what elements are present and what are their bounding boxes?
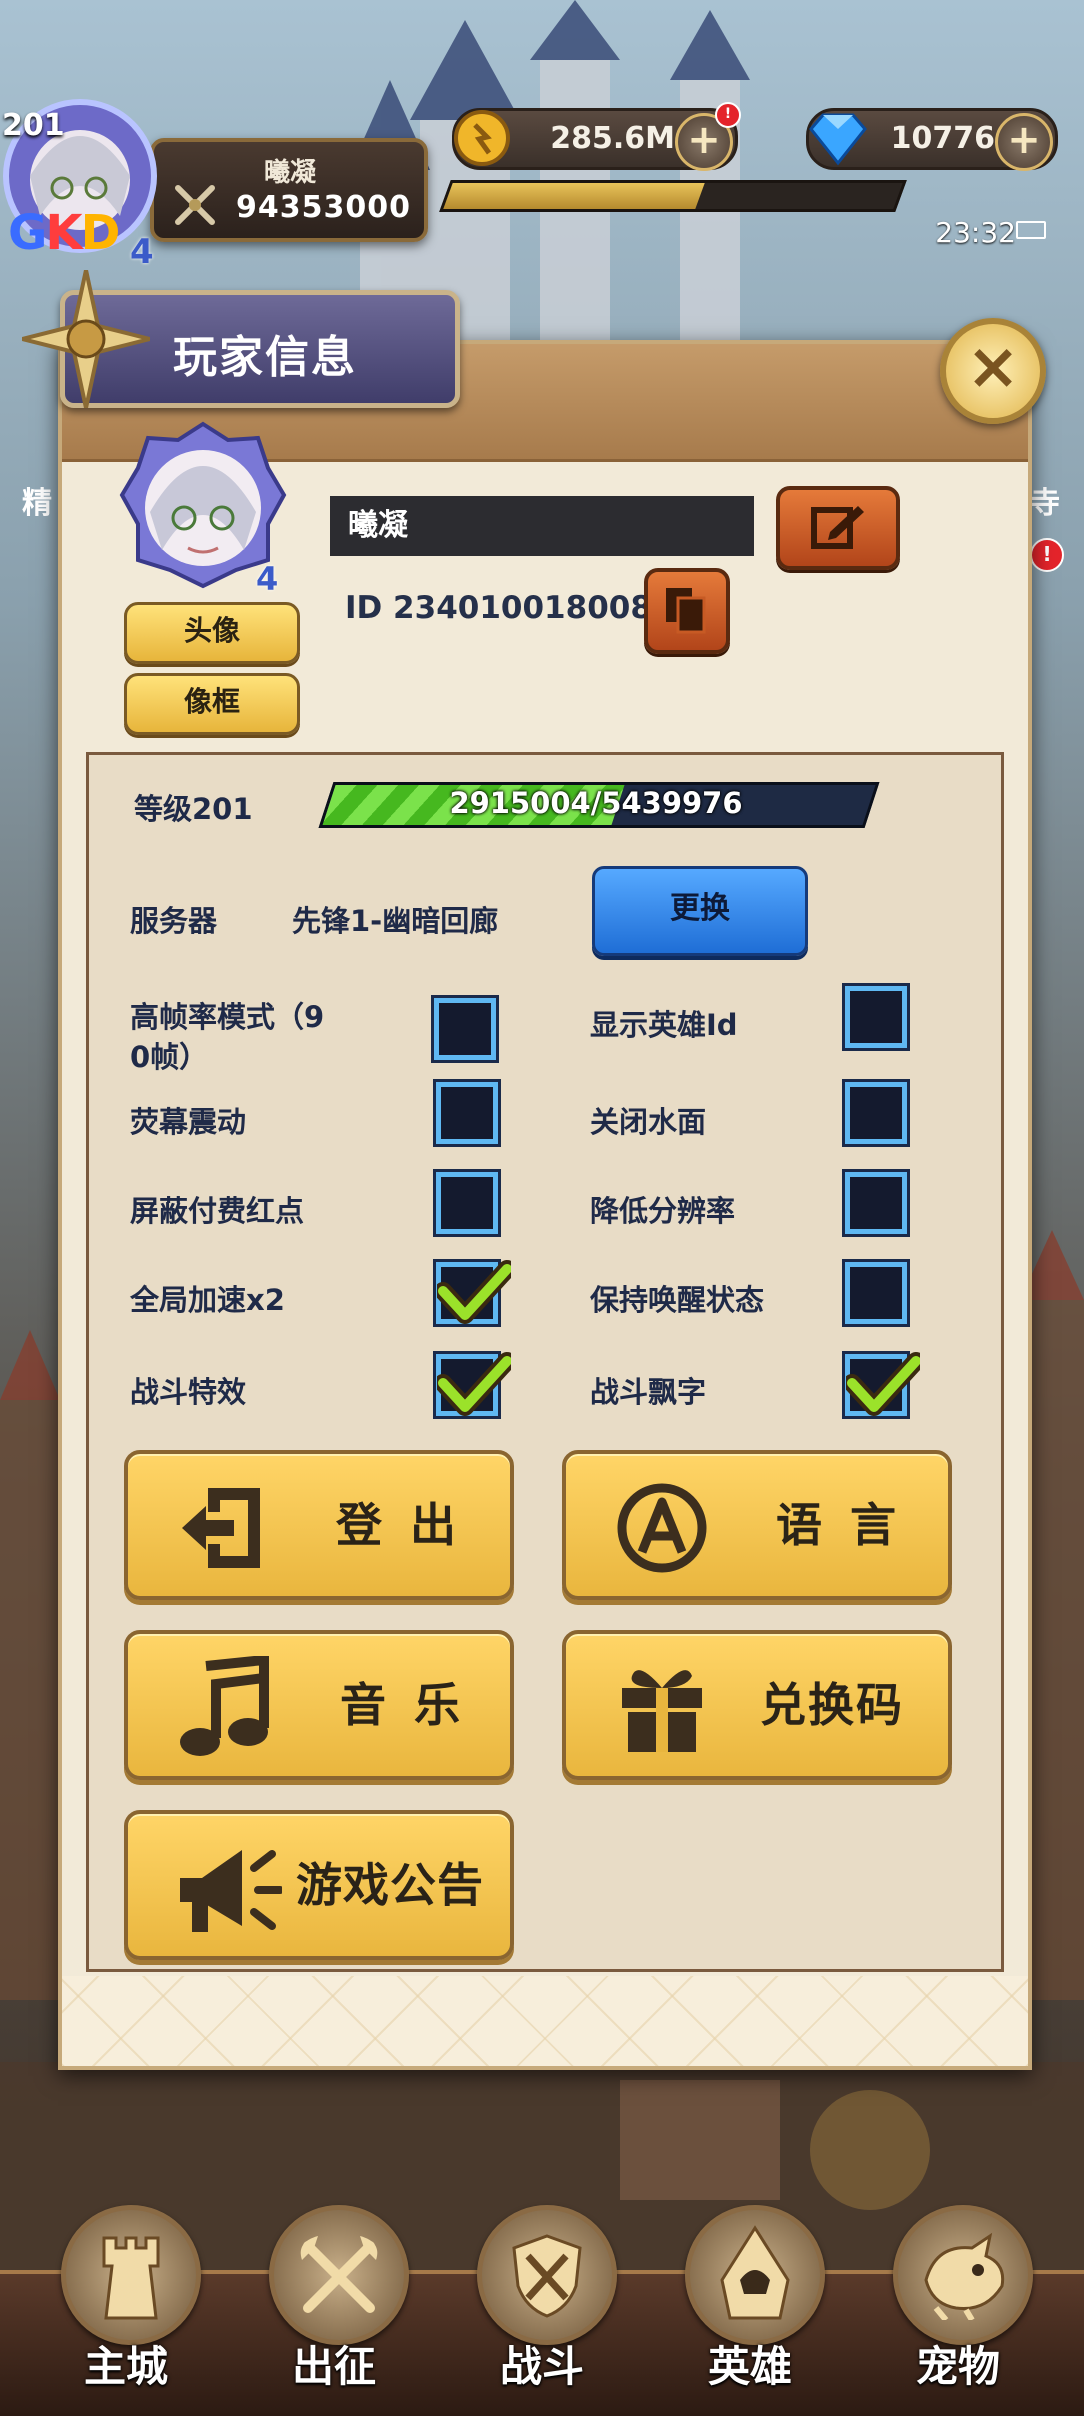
change-server-button[interactable]: 更换 — [592, 866, 808, 956]
nav-main-city[interactable]: 主城 — [46, 2205, 206, 2405]
redeem-code-button[interactable]: 兑换码 — [562, 1630, 952, 1780]
dialog-title: 玩家信息 — [173, 332, 357, 383]
checkbox-screen-shake[interactable] — [433, 1079, 501, 1147]
nav-battle[interactable]: 战斗 — [462, 2205, 622, 2405]
checkbox-battle-fx[interactable] — [433, 1351, 511, 1419]
bg-alert-dot: ! — [1030, 538, 1064, 572]
nav-main-city-ring — [61, 2205, 201, 2345]
top-exp-bar — [439, 180, 907, 212]
player-name-field[interactable]: 曦凝 — [330, 496, 754, 556]
gift-icon — [622, 1670, 702, 1752]
gold-coin-icon — [454, 110, 510, 166]
compass-star-icon — [22, 270, 150, 408]
music-label: 音 乐 — [340, 1678, 467, 1732]
checkbox-close-water[interactable] — [842, 1079, 910, 1147]
diamond-icon — [809, 113, 867, 166]
crossed-axes-icon — [300, 2236, 378, 2313]
option-label-high-fps-line1: 高帧率模式（9 — [130, 1000, 325, 1034]
player-id: ID 2340100180085 — [345, 590, 674, 626]
nav-heroes-label: 英雄 — [707, 2342, 792, 2391]
checkmark-icon — [437, 1352, 511, 1416]
option-label-global-speed: 全局加速x2 — [130, 1283, 285, 1317]
option-label-show-hero-id: 显示英雄Id — [590, 1008, 738, 1042]
megaphone-icon — [180, 1850, 282, 1932]
level-exp-text: 2915004/5439976 — [449, 786, 743, 820]
language-label: 语 言 — [776, 1498, 903, 1552]
gold-bar: 285.6M + — [452, 108, 738, 171]
level-label: 等级201 — [134, 792, 253, 826]
edit-name-button[interactable] — [776, 486, 900, 570]
logout-button[interactable]: 登 出 — [124, 1450, 514, 1600]
option-label-battle-text: 战斗飘字 — [590, 1375, 707, 1409]
option-label-keep-awake: 保持唤醒状态 — [590, 1283, 765, 1317]
option-label-battle-fx: 战斗特效 — [130, 1375, 247, 1409]
dragon-pet-icon — [924, 2232, 1005, 2320]
clock: 23:32 — [935, 216, 1016, 249]
battery-icon — [1016, 221, 1046, 239]
gem-value: 10776 — [890, 121, 995, 156]
nav-battle-label: 战斗 — [499, 2342, 584, 2391]
nav-pets-ring — [893, 2205, 1033, 2345]
language-icon — [617, 1483, 707, 1573]
checkbox-show-hero-id[interactable] — [842, 983, 910, 1051]
checkbox-battle-text[interactable] — [842, 1351, 920, 1419]
edit-pencil-icon — [811, 506, 864, 549]
logout-label: 登 出 — [336, 1498, 463, 1552]
announcement-button[interactable]: 游戏公告 — [124, 1810, 514, 1960]
player-card[interactable]: 曦凝 94353000 — [150, 138, 428, 242]
nav-pets-label: 宠物 — [915, 2342, 1000, 2391]
music-note-icon — [180, 1656, 269, 1756]
top-exp-fill — [443, 183, 705, 209]
bg-label-right: 寺 — [1030, 486, 1060, 521]
checkmark-icon — [846, 1352, 920, 1416]
star-level-top: 4 — [130, 232, 154, 272]
copy-id-button[interactable] — [644, 568, 730, 654]
player-level-top: 201 — [2, 108, 65, 143]
option-label-high-fps-line2: 0帧） — [130, 1040, 209, 1074]
close-button[interactable]: × — [940, 318, 1046, 424]
add-gems-button[interactable]: + — [995, 113, 1053, 171]
option-label-screen-shake: 荧幕震动 — [130, 1105, 247, 1139]
power-value: 94353000 — [236, 190, 411, 225]
option-label-lower-res: 降低分辨率 — [590, 1194, 736, 1228]
checkbox-lower-res[interactable] — [842, 1169, 910, 1237]
nav-expedition-label: 出征 — [291, 2342, 376, 2391]
nav-battle-ring — [477, 2205, 617, 2345]
nav-expedition-ring — [269, 2205, 409, 2345]
nav-heroes-ring — [685, 2205, 825, 2345]
castle-icon — [102, 2236, 160, 2320]
player-portrait[interactable] — [118, 420, 288, 590]
player-name-top: 曦凝 — [264, 158, 317, 188]
copy-icon — [666, 588, 706, 634]
checkmark-icon — [437, 1260, 511, 1324]
gold-value: 285.6M — [550, 121, 675, 156]
redeem-code-label: 兑换码 — [760, 1678, 904, 1732]
checkbox-hide-paid-dot[interactable] — [433, 1169, 501, 1237]
frame-button[interactable]: 像框 — [124, 673, 300, 735]
gkd-watermark: GKD — [8, 205, 120, 261]
option-label-hide-paid-dot: 屏蔽付费红点 — [130, 1194, 305, 1228]
announcement-label: 游戏公告 — [296, 1858, 484, 1912]
nav-heroes[interactable]: 英雄 — [670, 2205, 830, 2405]
checkbox-keep-awake[interactable] — [842, 1259, 910, 1327]
avatar-button[interactable]: 头像 — [124, 602, 300, 664]
nav-expedition[interactable]: 出征 — [254, 2205, 414, 2405]
logout-icon — [182, 1488, 260, 1568]
nav-main-city-label: 主城 — [83, 2342, 168, 2391]
language-button[interactable]: 语 言 — [562, 1450, 952, 1600]
nav-pets[interactable]: 宠物 — [878, 2205, 1038, 2405]
checkbox-high-fps[interactable] — [431, 995, 499, 1063]
checkbox-global-speed[interactable] — [433, 1259, 511, 1327]
bg-label-left: 精 — [22, 486, 52, 521]
crossed-swords-shield-icon — [512, 2234, 582, 2318]
gold-alert-dot: ! — [715, 102, 741, 128]
gem-bar: 10776 + — [806, 108, 1058, 171]
server-value: 先锋1-幽暗回廊 — [292, 904, 499, 938]
music-button[interactable]: 音 乐 — [124, 1630, 514, 1780]
hooded-hero-icon — [720, 2225, 790, 2320]
server-label: 服务器 — [130, 904, 218, 938]
option-label-close-water: 关闭水面 — [590, 1105, 707, 1139]
dialog-footer-pattern — [62, 1976, 1028, 2066]
